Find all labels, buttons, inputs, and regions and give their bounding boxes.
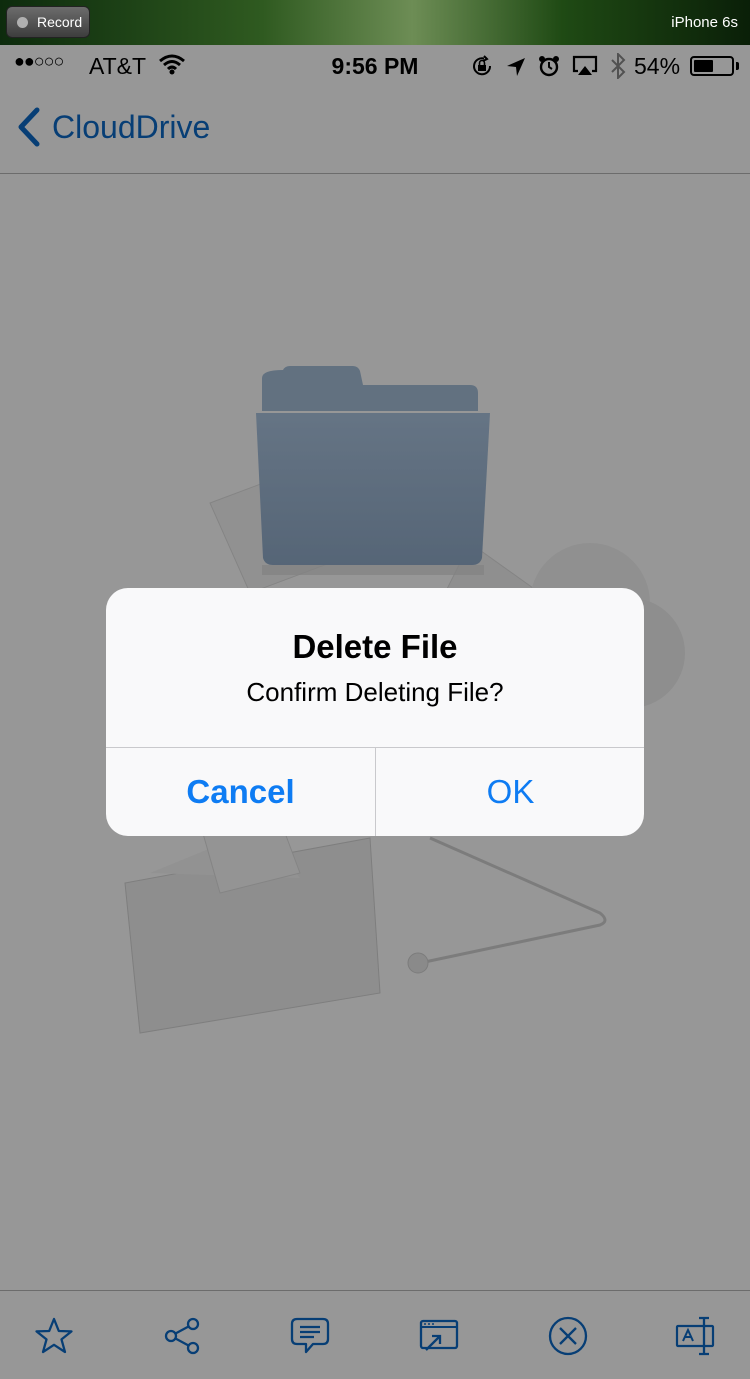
record-button[interactable]: Record bbox=[6, 6, 90, 38]
delete-file-dialog: Delete File Confirm Deleting File? Cance… bbox=[106, 588, 644, 836]
record-dot-icon bbox=[17, 16, 28, 28]
dialog-title: Delete File bbox=[292, 628, 458, 665]
phone-screen: ●●○○○ AT&T 9:56 PM 54% CloudDrive Delete… bbox=[0, 45, 750, 1379]
simulator-recorder-bar: Record iPhone 6s bbox=[0, 0, 750, 45]
cancel-button[interactable]: Cancel bbox=[106, 748, 375, 836]
ok-button[interactable]: OK bbox=[376, 748, 644, 836]
device-name: iPhone 6s bbox=[671, 14, 738, 31]
dialog-message: Confirm Deleting File? bbox=[246, 677, 504, 707]
record-label: Record bbox=[37, 14, 83, 30]
